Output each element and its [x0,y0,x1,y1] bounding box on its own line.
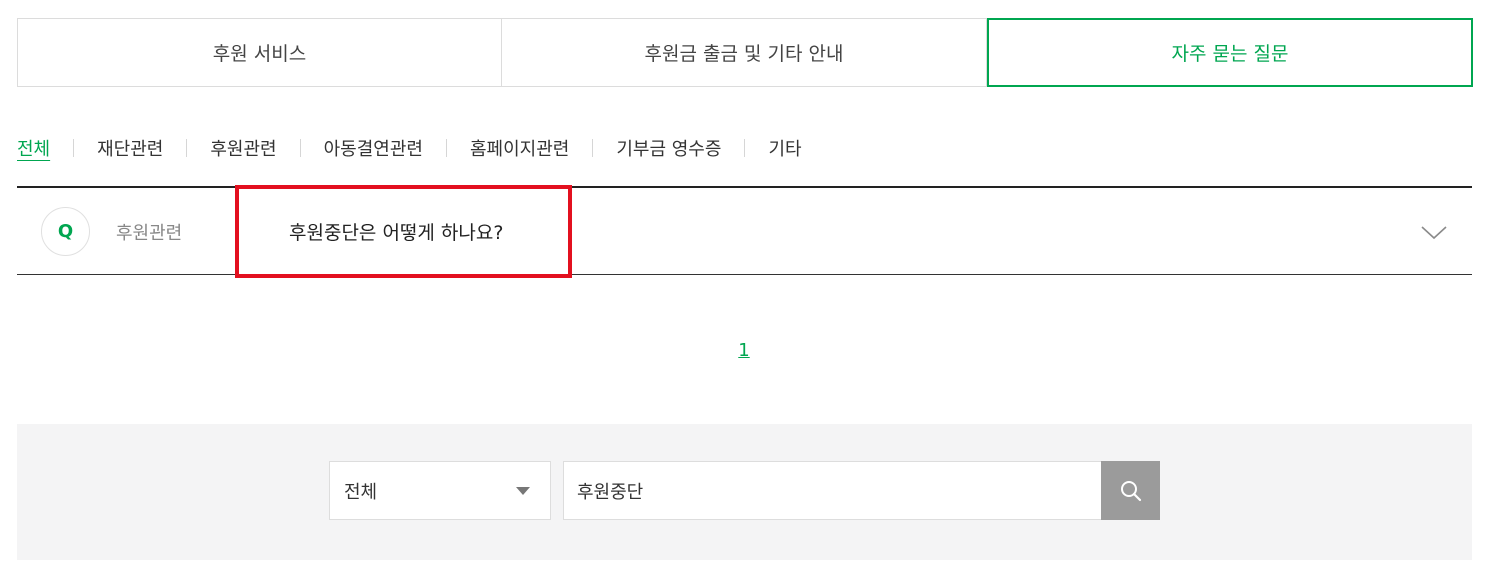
tab-label: 자주 묻는 질문 [1171,43,1289,65]
search-button[interactable] [1101,461,1160,520]
question-badge: Q [41,207,90,256]
category-divider [592,139,594,157]
caret-down-icon [516,487,530,495]
category-homepage[interactable]: 홈페이지관련 [470,135,569,161]
category-divider [73,139,75,157]
service-tabs: 후원 서비스 후원금 출금 및 기타 안내 자주 묻는 질문 [17,18,1473,87]
category-all[interactable]: 전체 [17,135,50,161]
category-foundation[interactable]: 재단관련 [97,135,163,161]
category-divider [186,139,188,157]
category-divider [744,139,746,157]
tab-faq[interactable]: 자주 묻는 질문 [987,18,1473,87]
category-divider [445,139,447,157]
search-scope-value: 전체 [344,481,378,503]
category-other[interactable]: 기타 [768,135,801,161]
page-link-current[interactable]: 1 [738,340,749,361]
category-donation-receipt[interactable]: 기부금 영수증 [616,135,721,161]
tab-label: 후원금 출금 및 기타 안내 [644,43,844,65]
search-input[interactable] [563,461,1103,520]
faq-item[interactable]: Q 후원관련 후원중단은 어떻게 하나요? [17,185,1472,278]
category-child-sponsorship[interactable]: 아동결연관련 [324,135,423,161]
faq-item-question[interactable]: 후원중단은 어떻게 하나요? [289,218,503,245]
pagination: 1 [0,340,1488,361]
chevron-down-icon[interactable] [1420,218,1448,246]
tab-withdrawal-info[interactable]: 후원금 출금 및 기타 안내 [502,18,987,87]
search-area: 전체 [17,424,1472,560]
faq-category-filter: 전체 재단관련 후원관련 아동결연관련 홈페이지관련 기부금 영수증 기타 [17,132,802,164]
search-icon [1120,480,1141,501]
search-scope-select[interactable]: 전체 [329,461,551,520]
tab-sponsor-service[interactable]: 후원 서비스 [17,18,502,87]
faq-item-category: 후원관련 [116,223,183,244]
category-divider [299,139,301,157]
category-sponsorship[interactable]: 후원관련 [210,135,276,161]
tab-label: 후원 서비스 [212,43,307,65]
